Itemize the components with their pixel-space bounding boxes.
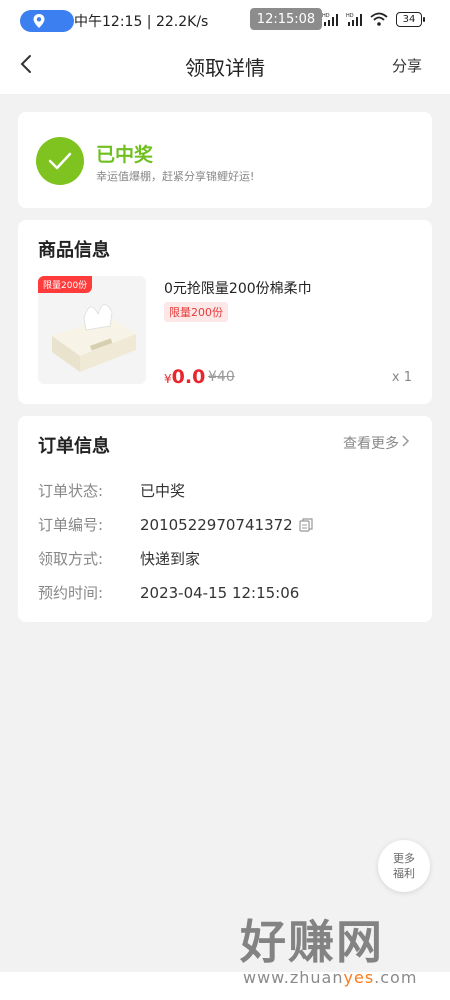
row-label: 预约时间: xyxy=(38,584,104,602)
page-title: 领取详情 xyxy=(185,56,265,80)
appointment-time-row: 预约时间: 2023-04-15 12:15:06 xyxy=(38,582,299,603)
float-line-1: 更多 xyxy=(393,852,415,865)
share-button[interactable]: 分享 xyxy=(392,55,422,76)
original-price: ¥40 xyxy=(208,369,235,385)
row-label: 订单编号: xyxy=(38,516,104,534)
url-highlight: yes xyxy=(343,968,375,987)
order-status-row: 订单状态: 已中奖 xyxy=(38,480,185,501)
row-label: 领取方式: xyxy=(38,550,104,568)
signal-icon: HD xyxy=(346,12,364,30)
product-card: 商品信息 限量200份 0元抢限量200份棉柔巾 限量200份 ¥0.0 ¥40… xyxy=(18,220,432,404)
row-value: 已中奖 xyxy=(140,482,186,500)
delivery-method-row: 领取方式: 快递到家 xyxy=(38,548,200,569)
row-value: 2023-04-15 12:15:06 xyxy=(140,583,300,602)
view-more-label: 查看更多 xyxy=(343,436,399,452)
quantity: x 1 xyxy=(391,370,412,385)
product-tag: 限量200份 xyxy=(164,302,228,322)
currency-symbol: ¥ xyxy=(164,372,172,386)
result-title: 已中奖 xyxy=(96,144,154,166)
price-value: 0.0 xyxy=(171,366,206,388)
float-line-2: 福利 xyxy=(393,867,415,880)
location-pill xyxy=(20,10,74,32)
image-badge: 限量200份 xyxy=(38,276,93,293)
view-more-link[interactable]: 查看更多 xyxy=(343,433,410,453)
row-value: 快递到家 xyxy=(140,550,201,568)
status-time-speed: 中午12:15 | 22.2K/s xyxy=(74,14,209,30)
product-image[interactable]: 限量200份 xyxy=(38,276,146,384)
location-icon xyxy=(32,13,46,29)
result-subtitle: 幸运值爆棚，赶紧分享锦鲤好运! xyxy=(96,170,255,183)
wifi-icon xyxy=(370,12,388,30)
product-section-title: 商品信息 xyxy=(38,240,110,261)
watermark-url: www.zhuanyes.com xyxy=(243,968,417,987)
signal-icons: HD HD xyxy=(322,12,388,30)
success-check-icon xyxy=(36,137,84,185)
url-prefix: www.zhuan xyxy=(243,968,344,987)
order-section-title: 订单信息 xyxy=(38,436,110,457)
product-name: 0元抢限量200份棉柔巾 xyxy=(164,281,312,297)
order-number-row: 订单编号: 2010522970741372 xyxy=(38,514,313,535)
nav-header: 领取详情 分享 xyxy=(0,40,450,94)
url-suffix: .com xyxy=(374,968,418,987)
row-label: 订单状态: xyxy=(38,482,104,500)
more-benefits-button[interactable]: 更多 福利 xyxy=(378,840,430,892)
overlay-clock: 12:15:08 xyxy=(250,8,322,30)
current-price: ¥0.0 xyxy=(164,366,205,388)
watermark-logo: 好赚网 xyxy=(240,915,384,969)
result-card: 已中奖 幸运值爆棚，赶紧分享锦鲤好运! xyxy=(18,112,432,208)
row-value: 2010522970741372 xyxy=(140,515,293,534)
copy-icon[interactable] xyxy=(299,517,313,532)
svg-text:HD: HD xyxy=(322,13,330,19)
svg-text:HD: HD xyxy=(346,13,354,19)
chevron-right-icon xyxy=(402,435,410,451)
order-card: 订单信息 查看更多 订单状态: 已中奖 订单编号: 20105229707413… xyxy=(18,416,432,622)
signal-icon: HD xyxy=(322,12,340,30)
battery-indicator: 34 xyxy=(396,12,425,27)
status-bar: 中午12:15 | 22.2K/s 12:15:08 HD HD 34 xyxy=(0,0,450,40)
